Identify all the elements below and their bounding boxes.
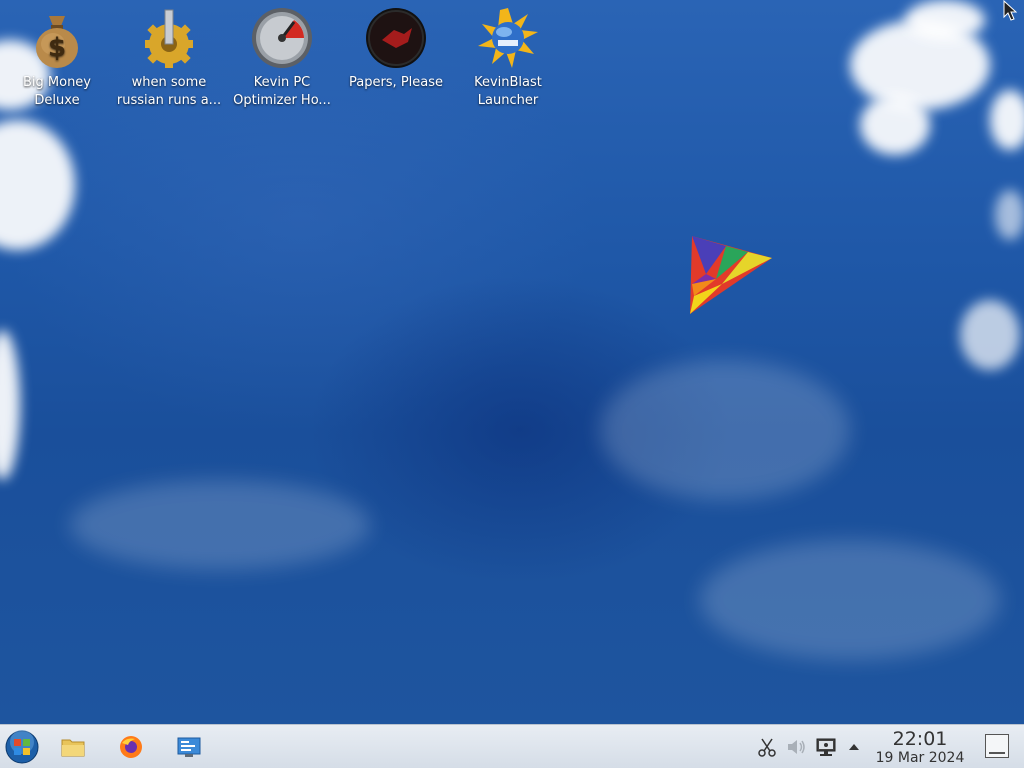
scissors-icon [758,738,776,757]
desktop-icon-label: Deluxe [34,93,80,108]
money-bag-icon: $ [36,16,78,68]
desktop-icon-papers-please[interactable]: Papers, Please [341,6,451,92]
desktop-icon-label: Launcher [477,93,539,108]
file-manager-icon [61,739,85,757]
desktop-icon-label: Papers, Please [348,75,444,90]
start-button[interactable] [0,725,44,769]
papers-please-icon [366,8,426,68]
volume-muted-icon [788,740,805,754]
starburst-globe-icon [478,8,538,68]
desktop-icon-label: russian runs a... [116,93,222,108]
desktop-icon-label: when some [131,75,207,90]
cloud [0,330,20,480]
mouse-cursor-icon [1003,0,1017,21]
desktop-icon-russian-runs[interactable]: when some russian runs a... [114,6,224,110]
cloud-wisp [70,480,370,570]
desktop-icon-label: Kevin PC [253,75,311,90]
desktop-icon-label: Optimizer Ho... [233,93,331,108]
cloud [860,95,930,155]
tray-expand-button[interactable] [844,725,864,769]
firefox-icon [120,736,142,758]
file-manager-button[interactable] [56,725,90,769]
cloud [905,0,985,40]
cloud-wisp [700,540,1000,660]
cloud [0,120,75,250]
taskbar: 22:01 19 Mar 2024 [0,724,1024,768]
clock[interactable]: 22:01 19 Mar 2024 [868,728,972,766]
network-button[interactable] [814,725,838,769]
clipboard-tool-button[interactable] [756,725,778,769]
firefox-button[interactable] [114,725,148,769]
network-monitor-icon [816,738,836,756]
desktop-icon-label: Big Money [22,75,91,90]
svg-text:$: $ [48,33,66,63]
gear-icon [145,9,193,68]
cloud [960,300,1020,370]
cloud [995,190,1024,240]
kite-wallpaper-element [690,236,772,314]
system-settings-icon [177,737,201,757]
desktop-icon-label: KevinBlast [474,75,542,90]
desktop-icon-kevin-pc-optimizer[interactable]: Kevin PC Optimizer Ho... [227,6,337,110]
start-orb-icon [5,730,39,764]
desktop-wallpaper[interactable]: $ Big Money Deluxe when some russian run… [0,0,1024,724]
speedometer-icon [252,8,312,68]
desktop-icon-big-money-deluxe[interactable]: $ Big Money Deluxe [2,6,112,110]
tray-expand-arrow-icon [849,744,859,750]
clock-date: 19 Mar 2024 [875,750,965,766]
cloud [990,90,1024,150]
volume-button[interactable] [785,725,807,769]
show-desktop-button[interactable] [985,734,1009,758]
system-settings-button[interactable] [172,725,206,769]
desktop-icon-kevinblast-launcher[interactable]: KevinBlast Launcher [453,6,563,110]
cloud-wisp [600,360,850,500]
clock-time: 22:01 [892,728,948,750]
